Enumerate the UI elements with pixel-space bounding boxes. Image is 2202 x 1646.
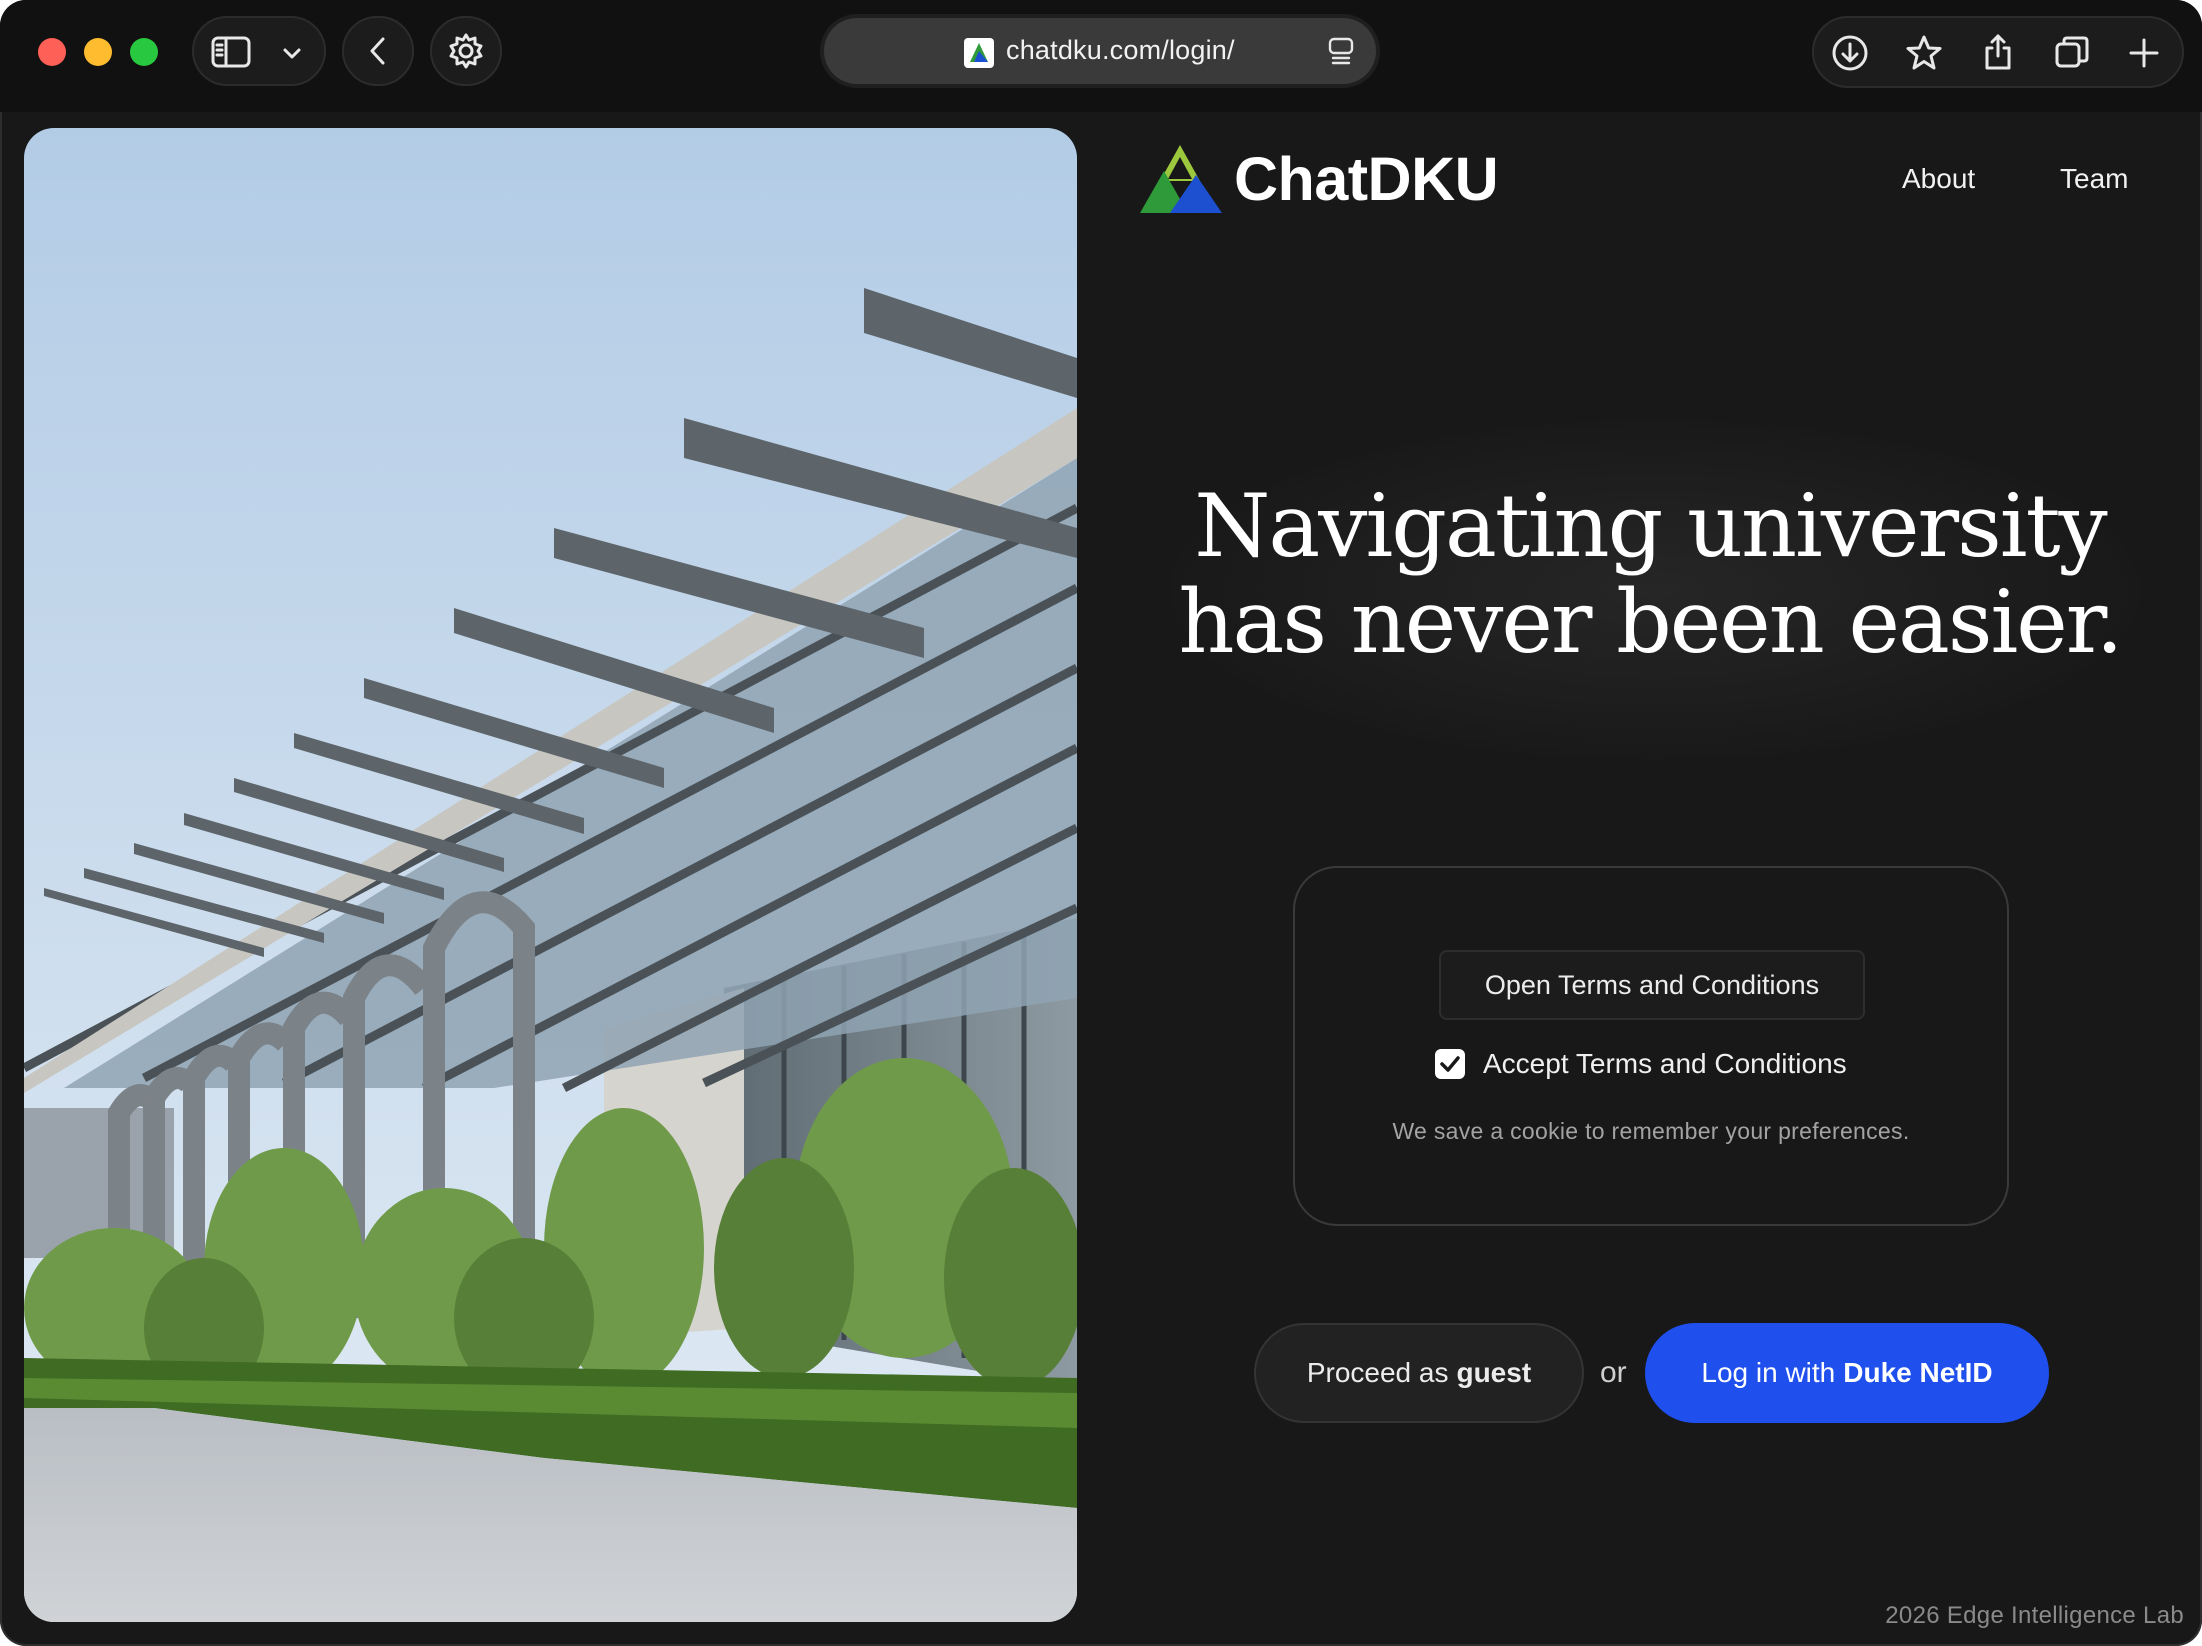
guest-button-bold: guest xyxy=(1456,1357,1532,1388)
tabs-icon[interactable] xyxy=(2048,30,2096,76)
url-text: chatdku.com/login/ xyxy=(1006,35,1235,65)
accept-terms-checkbox[interactable] xyxy=(1435,1049,1465,1079)
brand-name: ChatDKU xyxy=(1234,145,1499,213)
accept-terms-label: Accept Terms and Conditions xyxy=(1483,1048,1847,1079)
nav-about-link[interactable]: About xyxy=(1902,163,1975,195)
terms-card: Open Terms and Conditions Accept Terms a… xyxy=(1293,866,2009,1226)
close-window-button[interactable] xyxy=(38,38,66,66)
site-favicon xyxy=(964,38,994,68)
back-icon xyxy=(344,18,412,84)
open-terms-button[interactable]: Open Terms and Conditions xyxy=(1439,950,1865,1020)
chatdku-logo-icon xyxy=(1140,145,1222,213)
hero-headline: Navigating university has never been eas… xyxy=(1150,478,2150,670)
share-icon[interactable] xyxy=(1974,28,2022,76)
reader-icon[interactable] xyxy=(1324,34,1358,68)
proceed-as-guest-button[interactable]: Proceed as guest xyxy=(1254,1323,1584,1423)
or-separator: or xyxy=(1600,1356,1627,1389)
accept-terms-row[interactable]: Accept Terms and Conditions xyxy=(1435,1048,1847,1080)
zoom-window-button[interactable] xyxy=(130,38,158,66)
settings-button[interactable] xyxy=(430,16,502,86)
chevron-down-icon[interactable] xyxy=(274,36,310,70)
minimize-window-button[interactable] xyxy=(84,38,112,66)
address-bar[interactable]: chatdku.com/login/ xyxy=(824,18,1376,84)
browser-toolbar: chatdku.com/login/ xyxy=(0,0,2202,112)
plus-icon[interactable] xyxy=(2120,30,2168,76)
settings-icon xyxy=(432,18,500,84)
back-button[interactable] xyxy=(342,16,414,86)
sidebar-toggle-group xyxy=(192,16,326,86)
browser-window: chatdku.com/login/ ChatDKU About Team Na… xyxy=(0,0,2202,1646)
netid-button-bold: Duke NetID xyxy=(1843,1357,1993,1388)
download-icon[interactable] xyxy=(1826,30,1874,76)
star-icon[interactable] xyxy=(1900,30,1948,76)
footer-credit: 2026 Edge Intelligence Lab xyxy=(1885,1602,2184,1629)
brand-logo[interactable]: ChatDKU xyxy=(1140,144,1499,214)
hero-headline-line-1: Navigating university xyxy=(1194,475,2107,577)
toolbar-actions xyxy=(1812,16,2184,88)
netid-button-prefix: Log in with xyxy=(1701,1357,1836,1388)
campus-photo xyxy=(24,128,1077,1622)
guest-button-prefix: Proceed as xyxy=(1306,1357,1449,1388)
duke-netid-login-button[interactable]: Log in with Duke NetID xyxy=(1645,1323,2049,1423)
nav-team-link[interactable]: Team xyxy=(2060,163,2128,195)
hero-headline-line-2: has never been easier. xyxy=(1178,571,2124,673)
checkmark-icon xyxy=(1440,1056,1460,1072)
sidebar-icon[interactable] xyxy=(208,32,254,72)
cookie-note: We save a cookie to remember your prefer… xyxy=(1392,1118,1910,1144)
